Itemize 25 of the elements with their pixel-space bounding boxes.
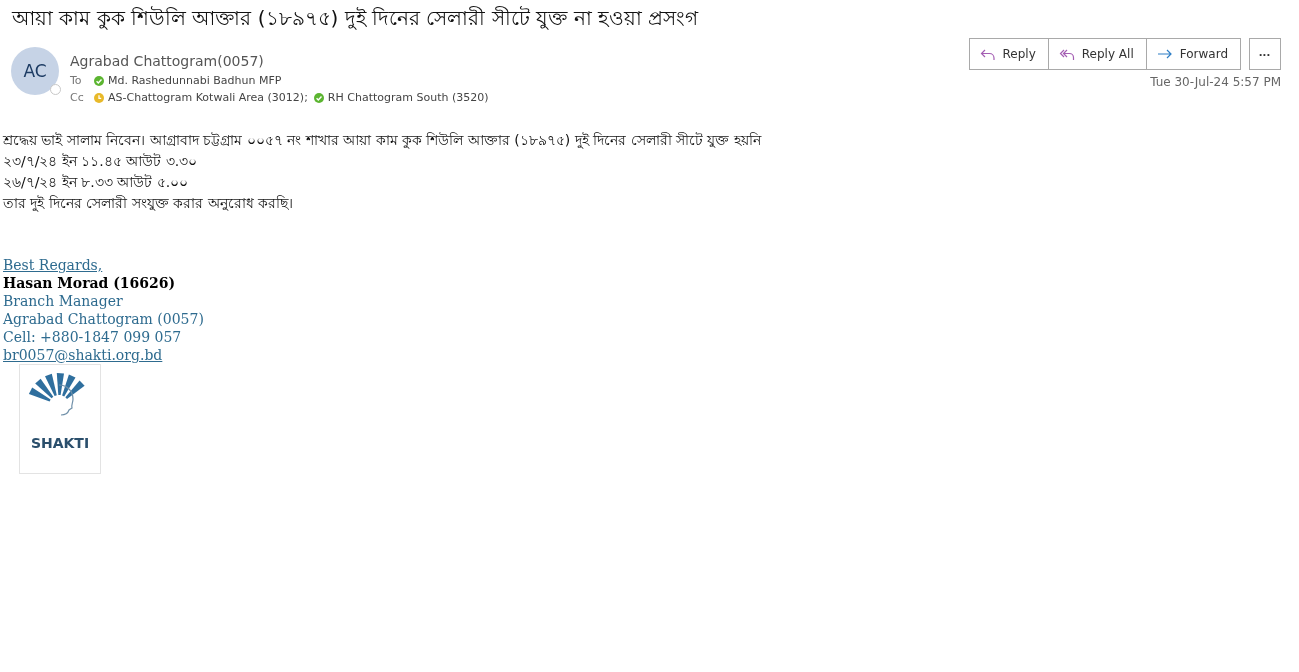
signature-link[interactable]: Best Regards,: [3, 257, 103, 273]
recipient-name[interactable]: Md. Rashedunnabi Badhun MFP: [108, 74, 282, 87]
forward-icon: [1156, 47, 1173, 61]
avatar: AC: [11, 47, 59, 95]
reply-icon: [979, 47, 996, 61]
signature-line: Cell: +880-1847 099 057: [3, 328, 183, 346]
sender-name: Agrabad Chattogram(0057): [70, 53, 265, 69]
message-line: তার দুই দিনের সেলারী সংযুক্ত করার অনুরোধ করছি।: [3, 194, 295, 214]
message-line: শ্রদ্ধেয় ভাই সালাম নিবেন। আগ্রাবাদ চট্টগ্রাম ০০৫৭ নং শাখার আয়া কাম কুক শিউলি আক্তার (১৮৯৭৫) দুই দিনের সেলারী সীটে যুক্ত হয়নি: [3, 131, 763, 151]
message-line: ২৩/৭/২৪ ইন ১১.৪৫ আউট ৩.৩০: [3, 152, 199, 171]
recipient-label: To: [70, 74, 83, 87]
message-line: ২৬/৭/২৪ ইন ৮.৩৩ আউট ৫.০০: [3, 173, 190, 192]
signature-name: Hasan Morad (16626): [3, 274, 177, 292]
signature-line: Branch Manager: [3, 292, 124, 310]
more-button[interactable]: •••: [1249, 38, 1281, 70]
email-subject: আয়া কাম কুক শিউলি আক্তার (১৮৯৭৫) দুই দিনের সেলারী সীটে যুক্ত না হওয়া প্রসংগ: [10, 5, 700, 32]
reply-all-icon: [1058, 47, 1075, 61]
presence-ring-icon: [50, 84, 61, 95]
signature-line: Agrabad Chattogram (0057): [3, 310, 205, 328]
recipient-label: Cc: [70, 91, 85, 104]
recipient-name[interactable]: AS-Chattogram Kotwali Area (3012);: [108, 91, 308, 104]
logo-wordmark: SHAKTI: [30, 435, 90, 451]
sent-date: Tue 30-Jul-24 5:57 PM: [1150, 75, 1281, 89]
recipient-name[interactable]: RH Chattogram South (3520): [327, 91, 489, 104]
signature-link[interactable]: br0057@shakti.org.bd: [3, 347, 163, 363]
